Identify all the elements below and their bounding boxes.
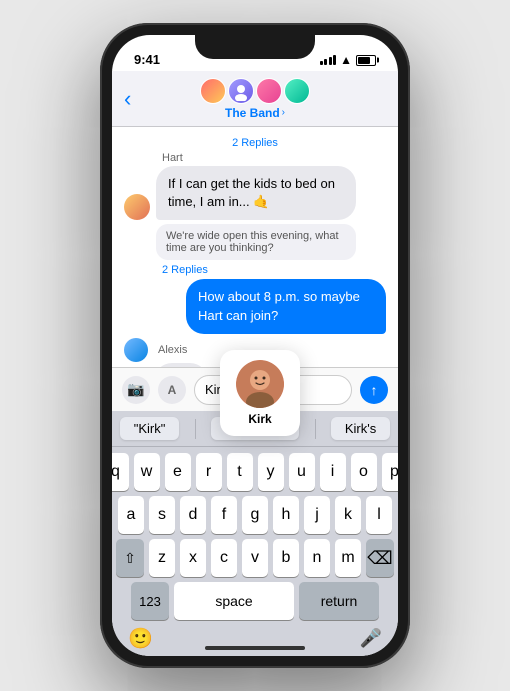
key-w[interactable]: w [134, 453, 160, 491]
key-m[interactable]: m [335, 539, 361, 577]
reply-link-2[interactable]: 2 Replies [162, 264, 386, 276]
key-a[interactable]: a [118, 496, 144, 534]
shift-key[interactable]: ⇧ [116, 539, 144, 577]
home-indicator [205, 646, 305, 650]
nav-header: ‹ The Band › [112, 71, 398, 127]
signal-icon [320, 55, 337, 65]
reply-link-1[interactable]: 2 Replies [124, 137, 386, 149]
group-avatars [200, 78, 310, 104]
keyboard-bottom-row: 123 space return [116, 582, 394, 620]
keyboard-row-1: q w e r t y u i o p [116, 453, 394, 491]
return-key[interactable]: return [299, 582, 379, 620]
key-x[interactable]: x [180, 539, 206, 577]
app-button[interactable]: A [158, 376, 186, 404]
autocomplete-item-2[interactable]: Kirk's [331, 417, 390, 440]
camera-button[interactable]: 📷 [122, 376, 150, 404]
key-z[interactable]: z [149, 539, 175, 577]
avatar-alexis [124, 338, 148, 362]
key-c[interactable]: c [211, 539, 237, 577]
key-l[interactable]: l [366, 496, 392, 534]
sender-alexis: Alexis [158, 344, 187, 356]
battery-icon [356, 55, 376, 66]
key-h[interactable]: h [273, 496, 299, 534]
kirk-popup-name: Kirk [248, 412, 271, 426]
kirk-contact-popup[interactable]: Kirk [220, 350, 300, 436]
status-time: 9:41 [134, 52, 160, 67]
group-name[interactable]: The Band [225, 106, 280, 120]
emoji-key[interactable]: 🙂 [128, 626, 153, 651]
back-button[interactable]: ‹ [124, 86, 131, 112]
key-e[interactable]: e [165, 453, 191, 491]
key-f[interactable]: f [211, 496, 237, 534]
phone-screen: 9:41 ▲ ‹ [112, 35, 398, 656]
key-k[interactable]: k [335, 496, 361, 534]
avatar-2 [228, 78, 254, 104]
message-hart: If I can get the kids to bed on time, I … [124, 166, 386, 220]
bubble-outgoing: How about 8 p.m. so maybe Hart can join? [186, 279, 386, 333]
avatar-4 [284, 78, 310, 104]
key-r[interactable]: r [196, 453, 222, 491]
header-center: The Band › [200, 78, 310, 120]
sender-hart: Hart [162, 152, 386, 164]
phone-frame: 9:41 ▲ ‹ [100, 23, 410, 668]
app-icon: A [168, 383, 177, 397]
message-outgoing: How about 8 p.m. so maybe Hart can join? [124, 279, 386, 333]
chevron-icon: › [282, 107, 285, 118]
keyboard: q w e r t y u i o p a s d f g h j k [112, 447, 398, 656]
camera-icon: 📷 [127, 381, 144, 398]
divider-2 [315, 419, 316, 439]
key-j[interactable]: j [304, 496, 330, 534]
keyboard-bottom-bar: 🙂 🎤 [116, 625, 394, 656]
key-y[interactable]: y [258, 453, 284, 491]
key-v[interactable]: v [242, 539, 268, 577]
key-i[interactable]: i [320, 453, 346, 491]
key-t[interactable]: t [227, 453, 253, 491]
messages-area[interactable]: 2 Replies Hart If I can get the kids to … [112, 127, 398, 367]
avatar-1 [200, 78, 226, 104]
bubble-alexis: Work [154, 363, 208, 367]
key-o[interactable]: o [351, 453, 377, 491]
autocomplete-item-0[interactable]: "Kirk" [120, 417, 180, 440]
bubble-hart: If I can get the kids to bed on time, I … [156, 166, 356, 220]
keyboard-row-2: a s d f g h j k l [116, 496, 394, 534]
nested-reply-container: We're wide open this evening, what time … [156, 224, 386, 260]
key-s[interactable]: s [149, 496, 175, 534]
space-key[interactable]: space [174, 582, 294, 620]
key-p[interactable]: p [382, 453, 399, 491]
send-button[interactable]: ↑ [360, 376, 388, 404]
divider-1 [195, 419, 196, 439]
key-u[interactable]: u [289, 453, 315, 491]
status-icons: ▲ [320, 53, 376, 67]
key-d[interactable]: d [180, 496, 206, 534]
key-g[interactable]: g [242, 496, 268, 534]
notch [195, 35, 315, 59]
keyboard-row-3: ⇧ z x c v b n m ⌫ [116, 539, 394, 577]
wifi-icon: ▲ [340, 53, 352, 67]
num-key[interactable]: 123 [131, 582, 169, 620]
key-b[interactable]: b [273, 539, 299, 577]
key-n[interactable]: n [304, 539, 330, 577]
delete-key[interactable]: ⌫ [366, 539, 394, 577]
send-icon: ↑ [371, 382, 378, 398]
avatar-3 [256, 78, 282, 104]
mic-key[interactable]: 🎤 [360, 628, 382, 649]
kirk-avatar [236, 360, 284, 408]
avatar-hart [124, 194, 150, 220]
key-q[interactable]: q [112, 453, 129, 491]
nested-reply: We're wide open this evening, what time … [156, 224, 356, 260]
